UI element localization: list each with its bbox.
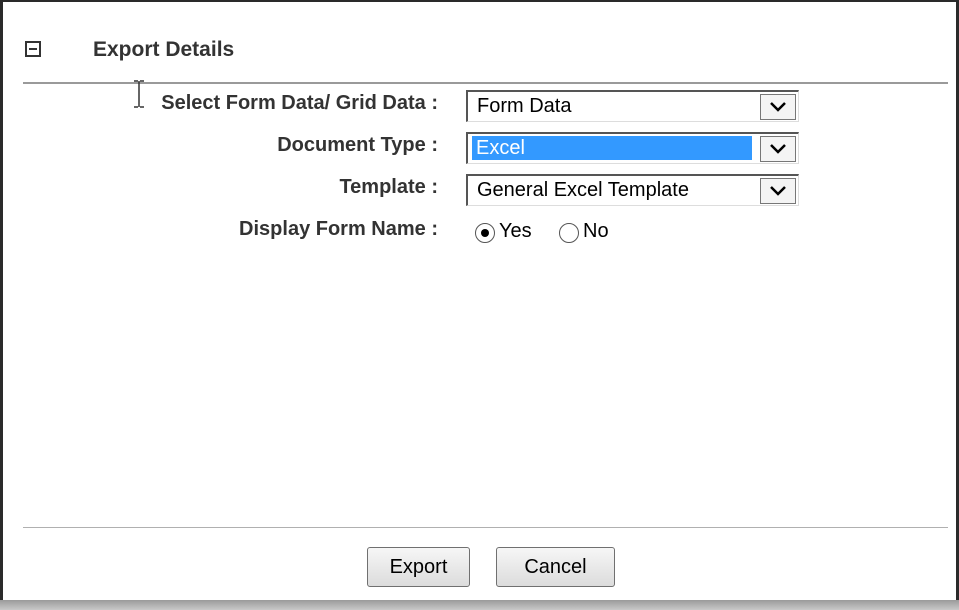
collapse-icon[interactable]	[25, 41, 41, 57]
template-label: Template :	[339, 176, 438, 198]
document-type-select[interactable]: Excel	[466, 132, 799, 164]
template-value: General Excel Template	[477, 179, 689, 201]
header-divider	[23, 82, 948, 84]
document-type-value: Excel	[472, 136, 752, 160]
no-radio[interactable]	[559, 223, 579, 243]
chevron-down-icon[interactable]	[760, 136, 796, 162]
export-button[interactable]: Export	[367, 547, 470, 587]
yes-radio[interactable]	[475, 223, 495, 243]
data-source-label: Select Form Data/ Grid Data :	[161, 92, 438, 114]
footer-divider	[23, 527, 948, 528]
section-header: Export Details	[3, 24, 948, 84]
chevron-down-icon[interactable]	[760, 94, 796, 120]
section-title: Export Details	[93, 38, 235, 61]
no-radio-label[interactable]: No	[583, 220, 609, 243]
data-source-select[interactable]: Form Data	[466, 90, 799, 122]
document-type-label: Document Type :	[277, 134, 438, 156]
yes-radio-label[interactable]: Yes	[499, 220, 532, 243]
template-select[interactable]: General Excel Template	[466, 174, 799, 206]
window-bottom-edge	[0, 600, 959, 610]
export-dialog: Export Details Select Form Data/ Grid Da…	[0, 0, 959, 610]
text-cursor-icon	[134, 80, 144, 108]
data-source-value: Form Data	[477, 95, 572, 117]
display-form-name-label: Display Form Name :	[239, 218, 438, 240]
chevron-down-icon[interactable]	[760, 178, 796, 204]
cancel-button[interactable]: Cancel	[496, 547, 615, 587]
